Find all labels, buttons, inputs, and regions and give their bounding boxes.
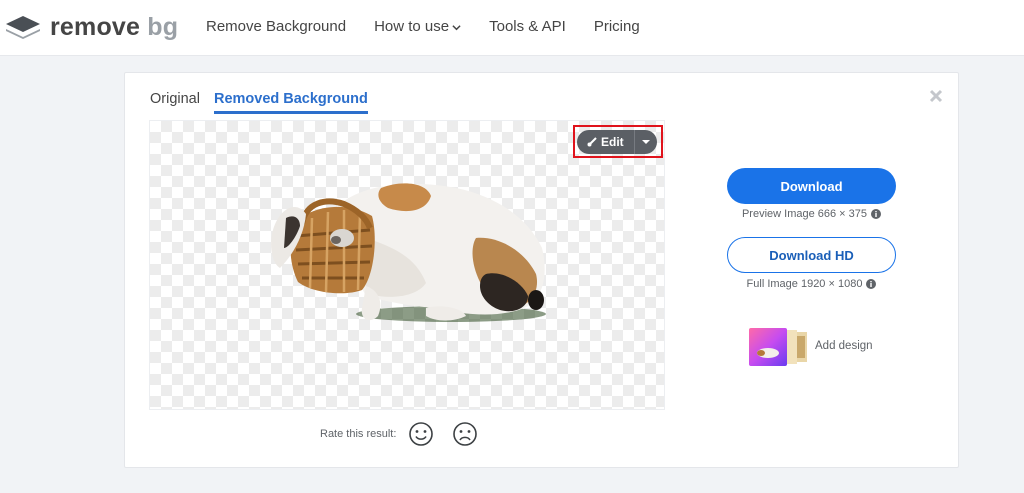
nav-remove-background[interactable]: Remove Background — [206, 17, 346, 37]
full-size-caption: Full Image 1920 × 1080 — [727, 278, 896, 290]
caret-down-icon — [642, 140, 650, 144]
add-design-label: Add design — [815, 340, 873, 352]
preview-size-caption: Preview Image 666 × 375 — [727, 208, 896, 220]
top-header: remove bg Remove Background How to use T… — [0, 0, 1024, 56]
edit-button[interactable]: Edit — [577, 130, 657, 154]
rating-bar: Rate this result: — [320, 421, 496, 447]
frown-icon[interactable] — [452, 421, 478, 447]
nav-pricing[interactable]: Pricing — [594, 17, 640, 37]
edit-button-label: Edit — [601, 135, 624, 149]
full-size-text: Full Image 1920 × 1080 — [746, 278, 863, 290]
main-nav: Remove Background How to use Tools & API… — [206, 17, 668, 37]
nav-tools-api[interactable]: Tools & API — [489, 17, 566, 37]
download-hd-button[interactable]: Download HD — [727, 237, 896, 273]
design-thumbnails-icon — [749, 328, 807, 366]
edit-dropdown-toggle[interactable] — [635, 130, 657, 154]
view-tabs: Original Removed Background — [150, 90, 382, 114]
preview-size-text: Preview Image 666 × 375 — [741, 208, 868, 220]
info-icon[interactable] — [866, 279, 877, 289]
edit-button-main[interactable]: Edit — [577, 130, 635, 154]
tab-removed-background[interactable]: Removed Background — [213, 90, 368, 114]
add-design-button[interactable]: Add design — [749, 326, 873, 366]
puppy-in-basket-image — [271, 183, 546, 322]
logo[interactable]: remove bg — [4, 10, 178, 44]
nav-how-to-use[interactable]: How to use — [374, 17, 461, 37]
smile-icon[interactable] — [408, 421, 434, 447]
layers-logo-icon — [6, 16, 40, 39]
logo-text: remove bg — [50, 13, 179, 41]
brush-icon — [587, 137, 597, 147]
info-icon[interactable] — [871, 209, 882, 219]
chevron-down-icon — [452, 24, 461, 30]
close-icon[interactable] — [928, 88, 944, 104]
tab-original[interactable]: Original — [150, 90, 200, 114]
download-button[interactable]: Download — [727, 168, 896, 204]
rating-label: Rate this result: — [320, 428, 397, 440]
